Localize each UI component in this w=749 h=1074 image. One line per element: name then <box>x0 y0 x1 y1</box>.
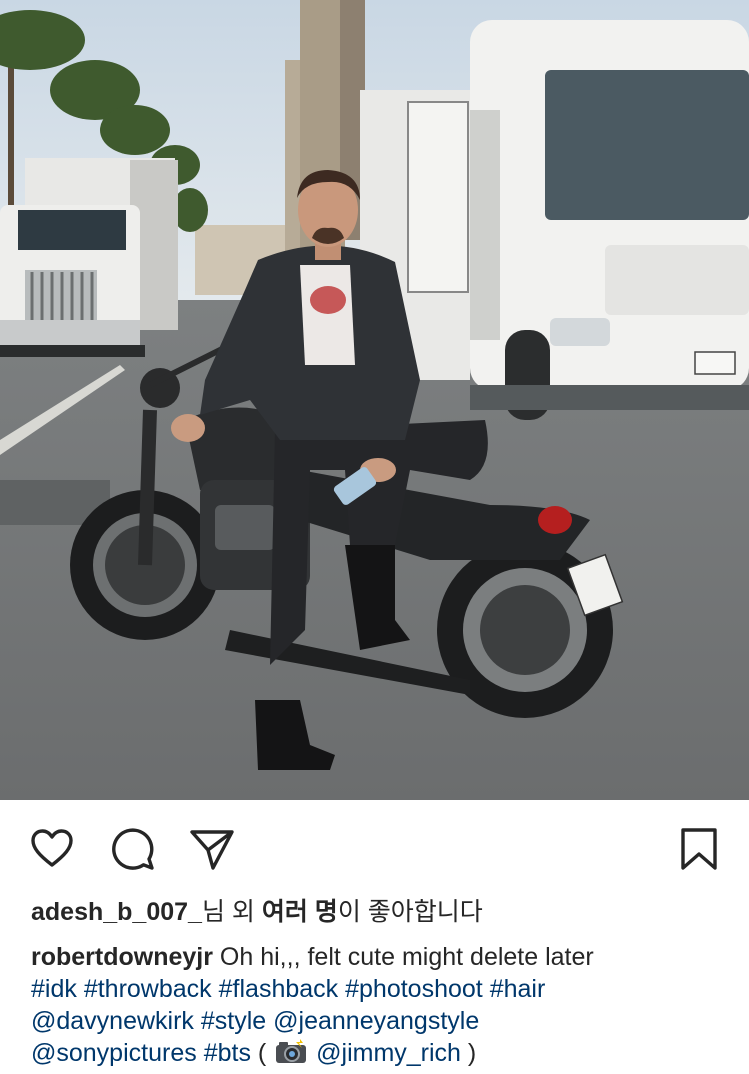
caption-paren-close: ) <box>460 1039 477 1067</box>
post-photo[interactable] <box>0 0 749 800</box>
comment-icon[interactable] <box>110 826 156 872</box>
hashtag-hair[interactable]: #hair <box>490 975 546 1003</box>
photo-illustration <box>0 0 749 800</box>
liker-username[interactable]: adesh_b_007_ <box>31 898 202 926</box>
mention-sonypictures[interactable]: @sonypictures <box>31 1039 197 1067</box>
likes-end-text: 이 좋아합니다 <box>337 898 483 926</box>
hashtag-idk[interactable]: #idk <box>31 975 77 1003</box>
hashtag-flashback[interactable]: #flashback <box>219 975 339 1003</box>
hashtag-style[interactable]: #style <box>201 1007 266 1035</box>
hashtag-throwback[interactable]: #throwback <box>84 975 212 1003</box>
likes-mid-text: 님 외 <box>201 898 262 926</box>
mention-davynewkirk[interactable]: @davynewkirk <box>31 1007 194 1035</box>
hashtag-bts[interactable]: #bts <box>204 1039 251 1067</box>
hashtag-photoshoot[interactable]: #photoshoot <box>345 975 483 1003</box>
likes-summary: adesh_b_007_님 외 여러 명이 좋아합니다 <box>31 895 483 929</box>
likes-others-link[interactable]: 여러 명 <box>262 898 338 926</box>
post-caption: robertdowneyjr Oh hi,,, felt cute might … <box>31 941 731 1069</box>
paper-plane-icon[interactable] <box>189 826 235 872</box>
heart-icon[interactable] <box>29 826 75 872</box>
bookmark-icon[interactable] <box>676 826 722 872</box>
mention-jeanneyangstyle[interactable]: @jeanneyangstyle <box>273 1007 479 1035</box>
caption-text: Oh hi,,, felt cute might delete later <box>212 943 594 971</box>
caption-paren-open: ( <box>257 1039 274 1067</box>
caption-author[interactable]: robertdowneyjr <box>31 943 213 971</box>
camera-flash-emoji-icon <box>275 1038 307 1064</box>
mention-jimmy-rich[interactable]: @jimmy_rich <box>316 1039 461 1067</box>
